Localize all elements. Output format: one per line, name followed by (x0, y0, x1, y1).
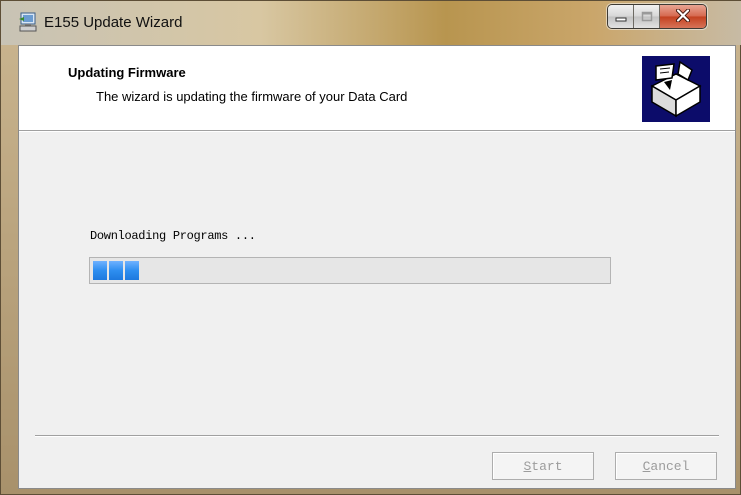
wizard-header: Updating Firmware The wizard is updating… (19, 46, 735, 130)
minimize-icon (615, 7, 627, 26)
page-subtitle: The wizard is updating the firmware of y… (96, 89, 408, 104)
progress-bar (89, 257, 611, 284)
start-button[interactable]: Start (492, 452, 594, 480)
title-bar[interactable]: E155 Update Wizard (1, 1, 741, 45)
progress-chunk (109, 261, 123, 280)
box-software-icon (642, 56, 710, 122)
window-controls (607, 4, 707, 29)
progress-chunk (125, 261, 139, 280)
window-title: E155 Update Wizard (44, 14, 183, 31)
cancel-button[interactable]: Cancel (615, 452, 717, 480)
wizard-window: E155 Update Wizard Updating Firmware The… (0, 0, 741, 495)
progress-chunk (93, 261, 107, 280)
status-text: Downloading Programs ... (90, 229, 256, 243)
wizard-page: Updating Firmware The wizard is updating… (18, 45, 736, 489)
progress-fill (93, 261, 139, 280)
page-title: Updating Firmware (68, 65, 186, 80)
minimize-button[interactable] (608, 5, 634, 28)
header-divider (19, 130, 735, 132)
close-icon (676, 7, 690, 26)
close-button[interactable] (660, 5, 706, 28)
maximize-icon (641, 7, 653, 26)
wizard-computer-icon (18, 11, 40, 33)
maximize-button[interactable] (634, 5, 660, 28)
cancel-button-label: Cancel (642, 458, 690, 474)
start-button-label: Start (523, 458, 563, 474)
footer-divider (35, 435, 719, 437)
